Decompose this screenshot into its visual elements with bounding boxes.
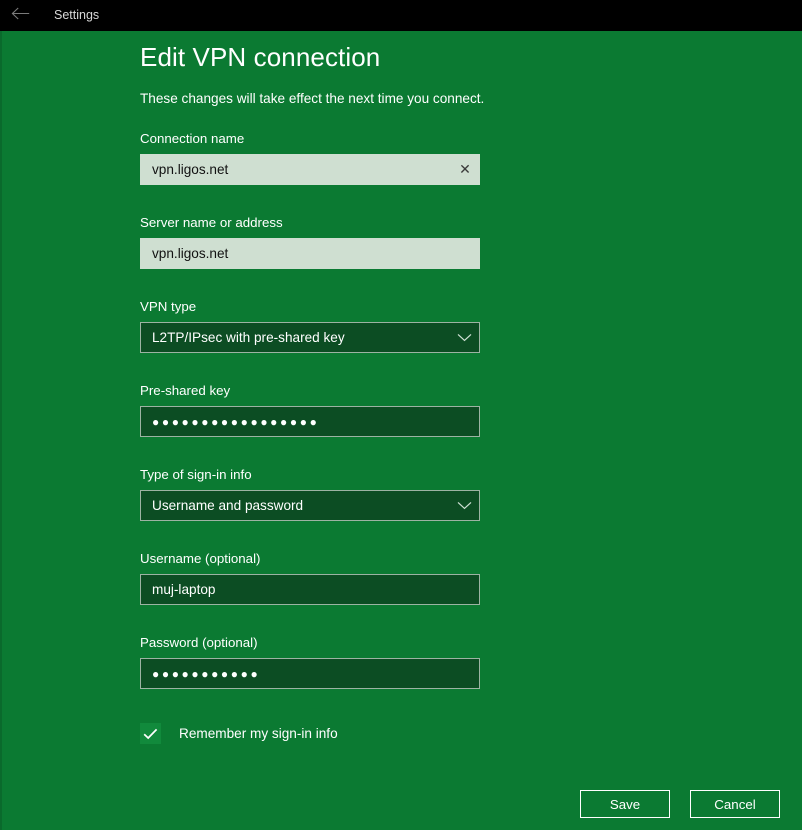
remember-sign-in-row[interactable]: Remember my sign-in info [140, 723, 338, 744]
server-address-value: vpn.ligos.net [152, 246, 229, 261]
connection-name-input[interactable]: vpn.ligos.net ✕ [140, 154, 480, 185]
sign-in-type-value: Username and password [152, 498, 304, 513]
pre-shared-key-input[interactable]: ●●●●●●●●●●●●●●●●● [140, 406, 480, 437]
chevron-down-icon[interactable] [449, 491, 479, 520]
page-subtitle: These changes will take effect the next … [140, 91, 485, 106]
save-button[interactable]: Save [580, 790, 670, 818]
field-vpn-type: VPN type L2TP/IPsec with pre-shared key [140, 299, 480, 353]
pre-shared-key-label: Pre-shared key [140, 383, 231, 398]
clear-icon[interactable]: ✕ [450, 154, 480, 185]
password-label: Password (optional) [140, 635, 258, 650]
sign-in-type-label: Type of sign-in info [140, 467, 252, 482]
settings-window: Settings Edit VPN connection These chang… [0, 0, 802, 830]
server-address-input[interactable]: vpn.ligos.net [140, 238, 480, 269]
cancel-button[interactable]: Cancel [690, 790, 780, 818]
vpn-type-select[interactable]: L2TP/IPsec with pre-shared key [140, 322, 480, 353]
connection-name-label: Connection name [140, 131, 245, 146]
pre-shared-key-value: ●●●●●●●●●●●●●●●●● [152, 415, 320, 429]
back-arrow-icon[interactable] [4, 0, 36, 31]
field-sign-in-type: Type of sign-in info Username and passwo… [140, 467, 480, 521]
password-input[interactable]: ●●●●●●●●●●● [140, 658, 480, 689]
page-title: Edit VPN connection [140, 42, 381, 72]
remember-checkbox-label: Remember my sign-in info [179, 726, 338, 741]
field-connection-name: Connection name vpn.ligos.net ✕ [140, 131, 480, 185]
connection-name-value: vpn.ligos.net [152, 162, 229, 177]
field-server-address: Server name or address vpn.ligos.net [140, 215, 480, 269]
sign-in-type-select[interactable]: Username and password [140, 490, 480, 521]
remember-checkbox[interactable] [140, 723, 161, 744]
username-input[interactable]: muj-laptop [140, 574, 480, 605]
scrollbar-track[interactable] [772, 62, 784, 830]
page-content: Edit VPN connection These changes will t… [0, 31, 802, 830]
server-address-label: Server name or address [140, 215, 283, 230]
field-pre-shared-key: Pre-shared key ●●●●●●●●●●●●●●●●● [140, 383, 480, 437]
username-value: muj-laptop [152, 582, 216, 597]
chevron-down-icon[interactable] [449, 323, 479, 352]
username-label: Username (optional) [140, 551, 261, 566]
field-username: Username (optional) muj-laptop [140, 551, 480, 605]
title-bar: Settings [0, 0, 802, 31]
window-title: Settings [54, 8, 100, 22]
vpn-type-value: L2TP/IPsec with pre-shared key [152, 330, 345, 345]
vpn-type-label: VPN type [140, 299, 197, 314]
password-value: ●●●●●●●●●●● [152, 667, 261, 681]
field-password: Password (optional) ●●●●●●●●●●● [140, 635, 480, 689]
